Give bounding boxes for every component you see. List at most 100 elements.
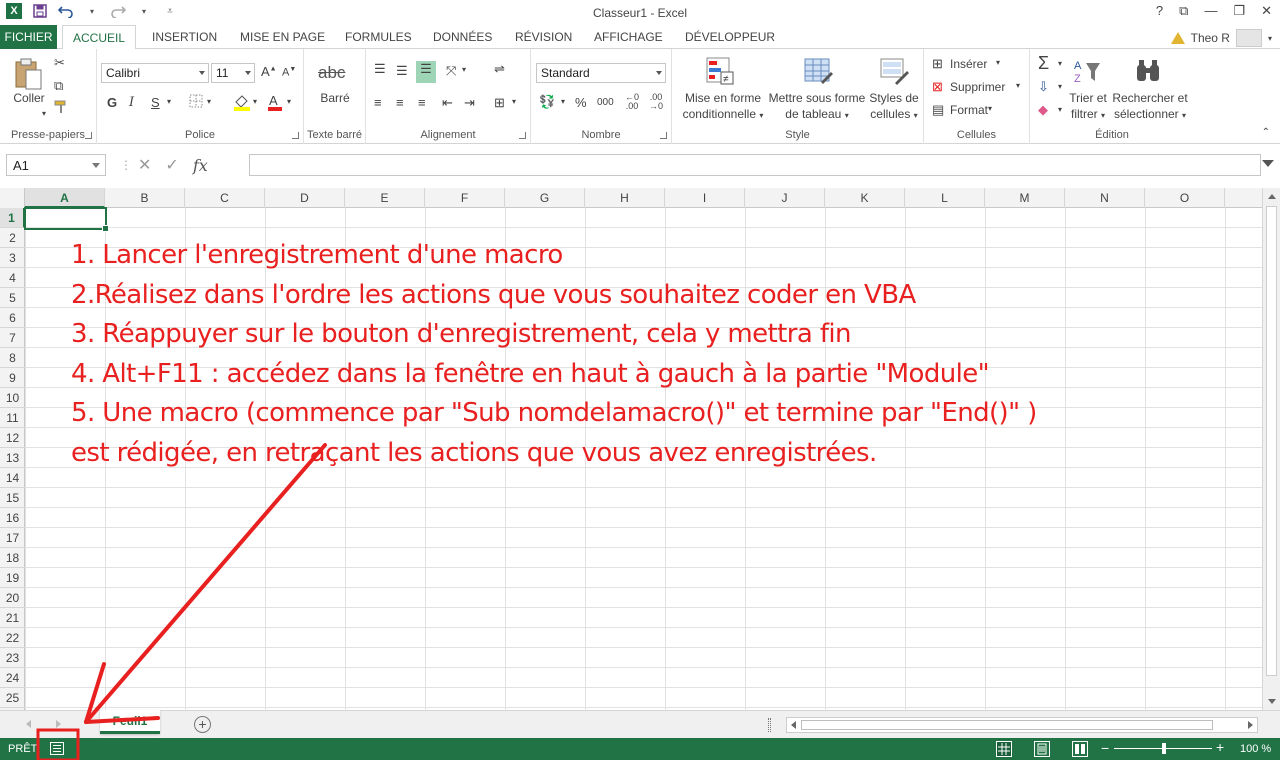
tab-fichier[interactable]: FICHIER — [0, 25, 57, 49]
cell-styles-label-1[interactable]: Styles de — [866, 91, 922, 106]
row-header[interactable]: 13 — [0, 448, 25, 468]
paste-button[interactable]: Coller — [6, 91, 52, 106]
font-color-dropdown-icon[interactable]: ▾ — [287, 97, 291, 106]
fill-color-icon[interactable] — [233, 93, 251, 114]
find-select-label-2[interactable]: sélectionner ▾ — [1112, 107, 1188, 123]
format-as-table-label-2[interactable]: de tableau ▾ — [766, 107, 868, 123]
tab-mise-en-page[interactable]: MISE EN PAGE — [230, 25, 335, 49]
add-sheet-button[interactable]: + — [194, 716, 211, 733]
vertical-scrollbar[interactable] — [1262, 188, 1280, 710]
tab-insertion[interactable]: INSERTION — [142, 25, 227, 49]
user-account[interactable]: Theo R ▾ — [1170, 29, 1272, 47]
fill-dropdown-icon[interactable]: ▾ — [1058, 82, 1062, 91]
decrease-decimal-icon[interactable]: .00 →0 — [649, 93, 663, 111]
currency-dropdown-icon[interactable]: ▾ — [561, 97, 565, 106]
align-top-icon[interactable]: ☰ — [374, 61, 386, 77]
font-launcher-icon[interactable] — [292, 132, 299, 139]
zoom-slider-thumb[interactable] — [1162, 743, 1166, 754]
row-header[interactable]: 24 — [0, 668, 25, 688]
font-size-combo[interactable]: 11 — [211, 63, 255, 83]
scrollbar-thumb[interactable] — [1266, 206, 1277, 676]
column-header[interactable]: O — [1145, 188, 1225, 208]
paste-dropdown-icon[interactable]: ▾ — [42, 109, 46, 118]
row-header[interactable]: 10 — [0, 388, 25, 408]
format-cells-button[interactable]: Format — [950, 103, 988, 118]
normal-view-icon[interactable] — [996, 741, 1012, 757]
wrap-text-icon[interactable]: ⇌ — [494, 61, 505, 77]
tab-formules[interactable]: FORMULES — [335, 25, 422, 49]
collapse-ribbon-icon[interactable]: ⌃ — [1262, 127, 1270, 138]
delete-dropdown-icon[interactable]: ▾ — [1016, 81, 1020, 90]
currency-format-icon[interactable]: 💱 — [539, 94, 555, 110]
cell-styles-label-2[interactable]: cellules ▾ — [866, 107, 922, 123]
align-center-icon[interactable]: ≡ — [396, 95, 404, 110]
number-format-combo[interactable]: Standard — [536, 63, 666, 83]
number-launcher-icon[interactable] — [660, 132, 667, 139]
row-header[interactable]: 12 — [0, 428, 25, 448]
find-select-label-1[interactable]: Rechercher et — [1112, 91, 1188, 106]
column-header[interactable]: B — [105, 188, 185, 208]
align-bottom-icon[interactable]: ☰ — [416, 61, 436, 83]
row-header[interactable]: 2 — [0, 228, 25, 248]
clipboard-launcher-icon[interactable] — [85, 132, 92, 139]
merge-center-icon[interactable]: ⊞ — [494, 95, 505, 111]
row-header[interactable]: 21 — [0, 608, 25, 628]
name-box[interactable]: A1 — [6, 154, 106, 176]
sort-filter-label-1[interactable]: Trier et — [1064, 91, 1112, 106]
row-header[interactable]: 23 — [0, 648, 25, 668]
scroll-left-icon[interactable] — [791, 721, 796, 729]
decrease-indent-icon[interactable]: ⇤ — [442, 95, 453, 111]
column-header[interactable]: D — [265, 188, 345, 208]
row-header[interactable]: 1 — [0, 208, 25, 228]
cancel-icon[interactable]: ✕ — [138, 155, 151, 175]
zoom-out-button[interactable]: − — [1101, 740, 1109, 756]
bold-button[interactable]: G — [107, 95, 117, 110]
close-button[interactable]: ✕ — [1261, 3, 1272, 19]
insert-function-icon[interactable]: fx — [193, 156, 208, 175]
shrink-font-icon[interactable]: A▼ — [282, 66, 296, 79]
row-header[interactable]: 18 — [0, 548, 25, 568]
scroll-right-icon[interactable] — [1248, 721, 1253, 729]
tab-split-handle[interactable] — [768, 718, 771, 732]
page-layout-view-icon[interactable] — [1034, 741, 1050, 757]
row-header[interactable]: 8 — [0, 348, 25, 368]
conditional-formatting-icon[interactable]: ≠ — [705, 56, 735, 86]
insert-dropdown-icon[interactable]: ▾ — [996, 58, 1000, 67]
column-header[interactable]: I — [665, 188, 745, 208]
insert-cells-icon[interactable]: ⊞ — [932, 56, 943, 72]
font-color-icon[interactable]: A — [267, 93, 283, 114]
tab-developpeur[interactable]: DÉVELOPPEUR — [675, 25, 785, 49]
sort-filter-icon[interactable]: AZ — [1072, 57, 1102, 87]
column-header[interactable]: H — [585, 188, 665, 208]
increase-indent-icon[interactable]: ⇥ — [464, 95, 475, 111]
align-middle-icon[interactable]: ☰ — [396, 63, 408, 79]
insert-cells-button[interactable]: Insérer — [950, 57, 987, 72]
delete-cells-icon[interactable]: ⊠ — [932, 79, 943, 95]
row-header[interactable]: 9 — [0, 368, 25, 388]
tab-revision[interactable]: RÉVISION — [505, 25, 582, 49]
help-button[interactable]: ? — [1156, 3, 1163, 19]
format-dropdown-icon[interactable]: ▾ — [988, 104, 992, 113]
conditional-formatting-label-1[interactable]: Mise en forme — [676, 91, 770, 106]
expand-formula-bar-icon[interactable] — [1262, 160, 1274, 167]
column-header[interactable]: F — [425, 188, 505, 208]
conditional-formatting-label-2[interactable]: conditionnelle ▾ — [676, 107, 770, 123]
delete-cells-button[interactable]: Supprimer — [950, 80, 1005, 95]
sheet-tab-feuil1[interactable]: Feuil1 — [100, 710, 160, 734]
column-header[interactable]: A — [25, 188, 105, 208]
column-header[interactable]: G — [505, 188, 585, 208]
tab-affichage[interactable]: AFFICHAGE — [584, 25, 673, 49]
horizontal-scrollbar[interactable] — [786, 717, 1258, 733]
format-cells-icon[interactable]: ▤ — [932, 102, 944, 118]
format-as-table-icon[interactable] — [803, 56, 833, 86]
sort-filter-label-2[interactable]: filtrer ▾ — [1064, 107, 1112, 123]
font-name-combo[interactable]: Calibri — [101, 63, 209, 83]
ribbon-display-options-button[interactable]: ⧉ — [1179, 3, 1188, 19]
autosum-icon[interactable]: Σ — [1038, 53, 1049, 74]
italic-button[interactable]: I — [129, 95, 134, 110]
column-header[interactable]: K — [825, 188, 905, 208]
row-header[interactable]: 25 — [0, 688, 25, 708]
strikethrough-button[interactable]: Barré — [312, 91, 358, 106]
enter-icon[interactable]: ✓ — [165, 155, 178, 175]
row-header[interactable]: 7 — [0, 328, 25, 348]
